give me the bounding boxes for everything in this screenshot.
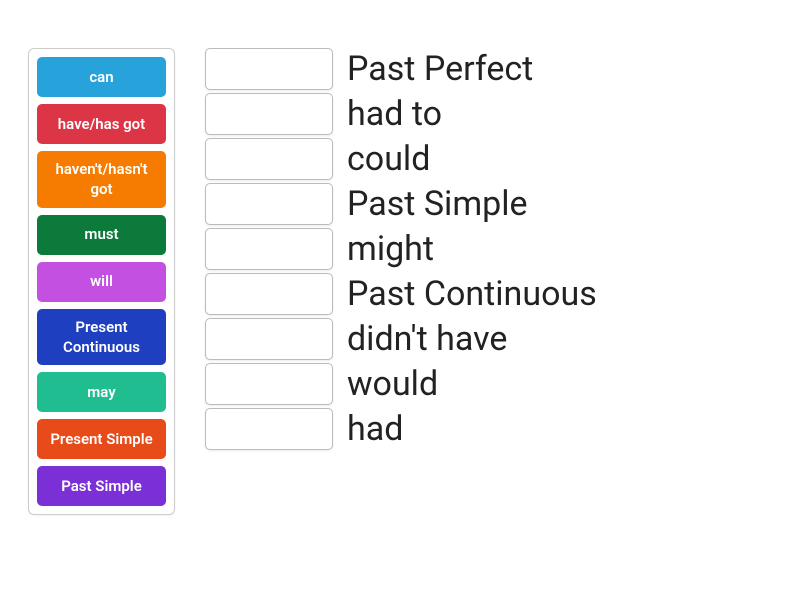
target-row: didn't have (205, 318, 597, 360)
target-row: Past Continuous (205, 273, 597, 315)
draggable-tile[interactable]: have/has got (37, 104, 166, 144)
target-row: had (205, 408, 597, 450)
answer-text: would (347, 367, 438, 401)
target-row: could (205, 138, 597, 180)
answer-text: didn't have (347, 322, 507, 356)
draggable-tile[interactable]: must (37, 215, 166, 255)
drop-slot[interactable] (205, 408, 333, 450)
target-row: Past Perfect (205, 48, 597, 90)
drop-slot[interactable] (205, 363, 333, 405)
drop-slot[interactable] (205, 318, 333, 360)
answer-text: might (347, 232, 434, 266)
drop-slot[interactable] (205, 138, 333, 180)
answer-text: could (347, 142, 430, 176)
draggable-tile[interactable]: may (37, 372, 166, 412)
source-tile-panel: can have/has got haven't/hasn't got must… (28, 48, 175, 515)
drop-slot[interactable] (205, 273, 333, 315)
drop-slot[interactable] (205, 93, 333, 135)
draggable-tile[interactable]: Past Simple (37, 466, 166, 506)
drop-slot[interactable] (205, 183, 333, 225)
drop-slot[interactable] (205, 48, 333, 90)
answer-text: had to (347, 97, 442, 131)
draggable-tile[interactable]: can (37, 57, 166, 97)
target-row: would (205, 363, 597, 405)
answer-text: Past Continuous (347, 277, 597, 311)
target-row: might (205, 228, 597, 270)
answer-text: Past Perfect (347, 52, 533, 86)
answer-text: had (347, 412, 403, 446)
draggable-tile[interactable]: Present Continuous (37, 309, 166, 366)
draggable-tile[interactable]: haven't/hasn't got (37, 151, 166, 208)
drop-slot[interactable] (205, 228, 333, 270)
exercise-container: can have/has got haven't/hasn't got must… (0, 0, 800, 563)
target-list: Past Perfect had to could Past Simple mi… (205, 48, 597, 450)
draggable-tile[interactable]: Present Simple (37, 419, 166, 459)
target-row: Past Simple (205, 183, 597, 225)
target-row: had to (205, 93, 597, 135)
draggable-tile[interactable]: will (37, 262, 166, 302)
answer-text: Past Simple (347, 187, 528, 221)
